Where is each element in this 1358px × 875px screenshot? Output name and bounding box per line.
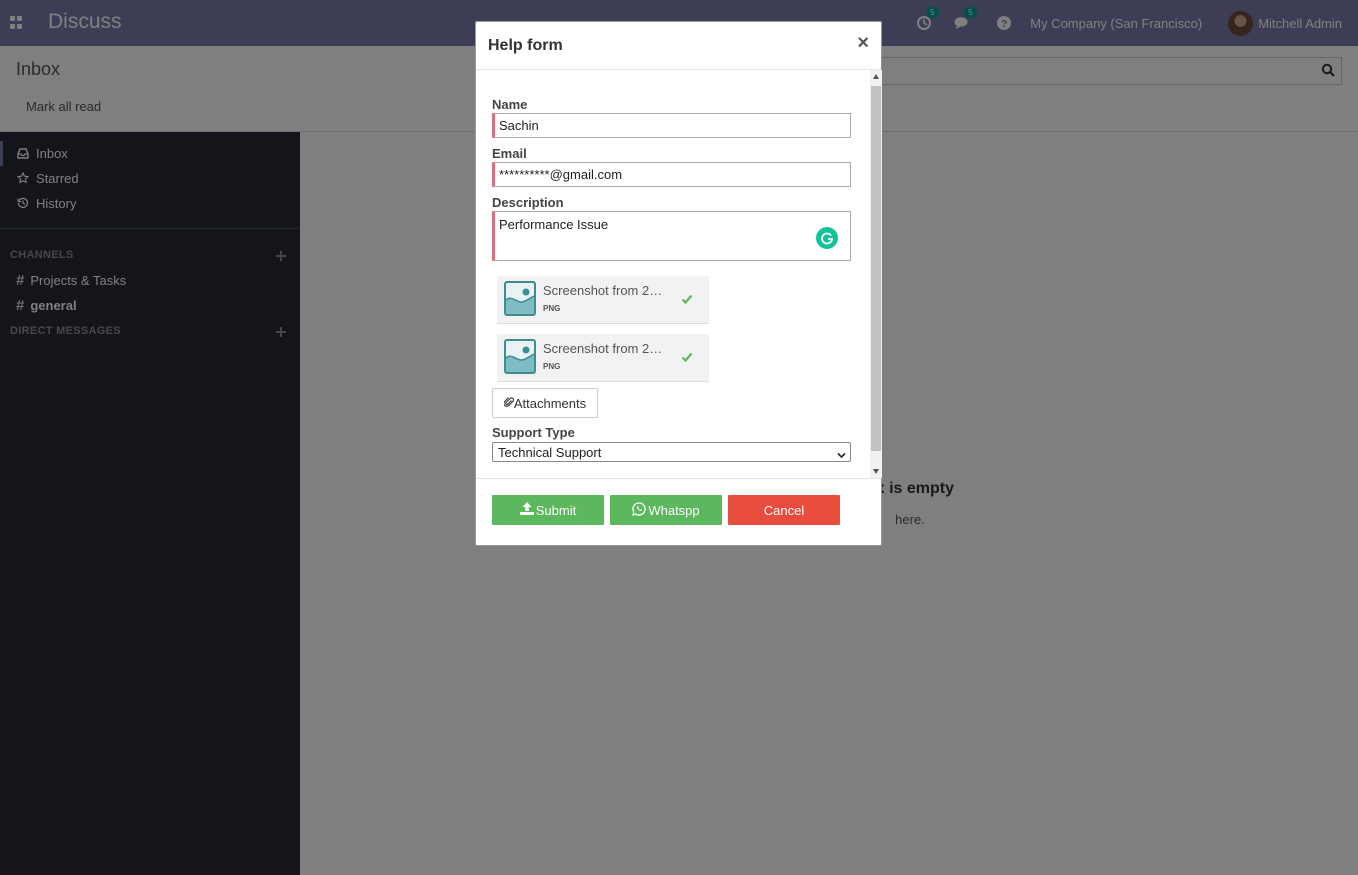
upload-icon [519,502,536,518]
name-label: Name [492,97,528,112]
dialog-footer: Submit Whatspp Cancel [476,478,881,547]
image-file-icon [504,281,536,316]
check-icon [681,351,693,363]
attachments-button[interactable]: Attachments [492,388,598,418]
attachment-extension: PNG [543,362,561,371]
check-icon [681,293,693,305]
email-label: Email [492,146,527,161]
attachment-extension: PNG [543,304,561,313]
name-field[interactable]: Sachin [492,113,851,138]
attachments-button-label: Attachments [513,395,587,411]
help-form-dialog: Help form × Name Sachin Email **********… [475,21,882,546]
scroll-down-arrow-icon[interactable] [873,469,879,474]
whatsapp-button[interactable]: Whatspp [610,495,722,525]
attachment-name: Screenshot from 2… [543,283,663,298]
cancel-button[interactable]: Cancel [728,495,840,525]
description-value: Performance Issue [499,217,609,232]
support-type-label: Support Type [492,425,575,440]
email-field[interactable]: **********@gmail.com [492,162,851,187]
email-value: **********@gmail.com [499,167,623,182]
dialog-title: Help form [488,37,563,54]
description-label: Description [492,195,564,210]
whatsapp-icon [632,501,648,519]
description-field[interactable]: Performance Issue [492,211,851,261]
dialog-body: Name Sachin Email **********@gmail.com D… [476,70,883,478]
scroll-up-arrow-icon[interactable] [873,74,879,79]
attachment-item[interactable]: Screenshot from 2… PNG [497,334,709,382]
chevron-down-icon [837,448,846,459]
dialog-scrollbar[interactable] [870,70,882,478]
grammarly-icon[interactable] [816,227,838,249]
scrollbar-thumb[interactable] [871,86,881,451]
attachment-name: Screenshot from 2… [543,341,663,356]
dialog-header: Help form × [476,22,881,70]
cancel-button-label: Cancel [763,502,805,518]
attachment-item[interactable]: Screenshot from 2… PNG [497,276,709,324]
whatsapp-button-label: Whatspp [648,502,700,518]
submit-button[interactable]: Submit [492,495,604,525]
support-type-select[interactable]: Technical Support [492,442,851,462]
paperclip-icon [503,396,514,411]
image-file-icon [504,339,536,374]
name-value: Sachin [499,118,539,133]
support-type-value: Technical Support [498,444,602,460]
submit-button-label: Submit [535,502,577,518]
close-icon[interactable]: × [857,33,869,53]
